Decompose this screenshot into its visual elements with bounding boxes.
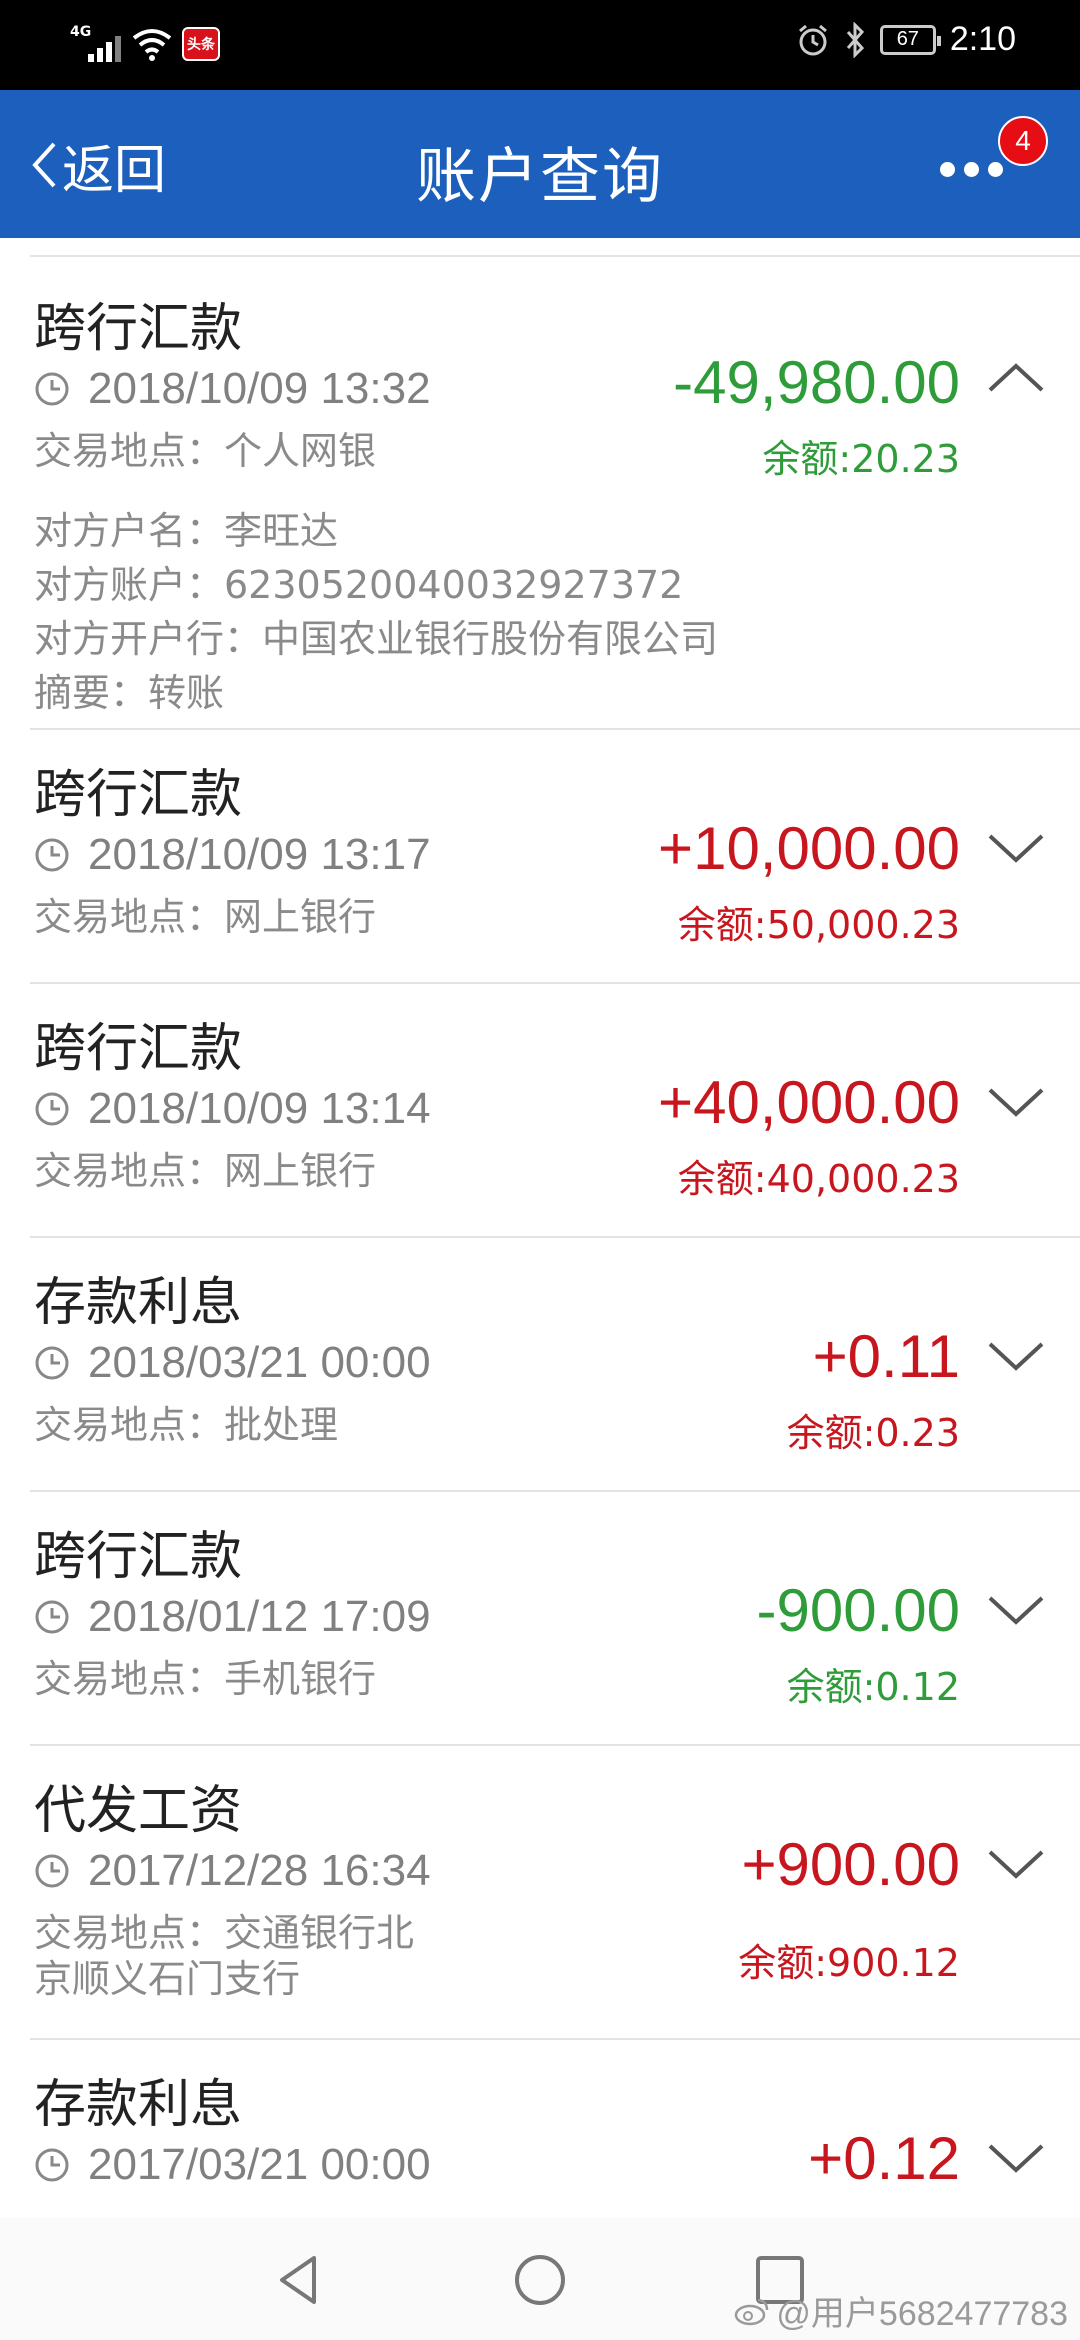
chevron-down-icon[interactable] xyxy=(986,1084,1046,1120)
transaction-balance: 余额:900.12 xyxy=(738,1941,960,1985)
transaction-time-text: 2018/10/09 13:17 xyxy=(88,830,431,879)
transaction-time: 2018/10/09 13:14 xyxy=(34,1084,431,1134)
transaction-amount: -900.00 xyxy=(756,1577,961,1644)
clock-icon xyxy=(35,838,69,872)
transaction-time: 2018/10/09 13:17 xyxy=(34,830,431,880)
transaction-amount: +0.12 xyxy=(808,2125,960,2192)
weibo-watermark: @用户5682477783 xyxy=(734,2286,1068,2335)
divider xyxy=(30,255,1080,257)
transaction-amount: +0.11 xyxy=(812,1323,960,1390)
chevron-down-icon[interactable] xyxy=(986,830,1046,866)
clock-icon xyxy=(35,372,69,406)
network-type: 4G xyxy=(70,24,92,40)
transaction-balance: 余额:20.23 xyxy=(762,437,960,481)
nav-home-icon[interactable] xyxy=(510,2250,570,2310)
clock-time: 2:10 xyxy=(949,20,1016,58)
transaction-time-text: 2017/12/28 16:34 xyxy=(88,1846,431,1895)
notification-badge: 4 xyxy=(998,116,1048,166)
location-line: 交易地点：交通银行北 xyxy=(34,1911,415,1955)
transaction-item[interactable]: 代发工资 2017/12/28 16:34 交易地点：交通银行北 京顺义石门支行… xyxy=(0,1746,1080,2040)
clock-icon xyxy=(35,1600,69,1634)
system-nav-bar: @用户5682477783 xyxy=(0,2218,1080,2340)
transaction-item[interactable]: 存款利息 2018/03/21 00:00 交易地点：批处理 +0.11 余额:… xyxy=(0,1238,1080,1492)
transaction-location: 交易地点：网上银行 xyxy=(34,1149,377,1193)
battery-level: 67 xyxy=(896,28,919,50)
alarm-icon xyxy=(798,24,827,55)
transaction-item[interactable]: 跨行汇款 2018/10/09 13:14 交易地点：网上银行 +40,000.… xyxy=(0,984,1080,1238)
transaction-location: 交易地点：网上银行 xyxy=(34,895,377,939)
transaction-amount: +10,000.00 xyxy=(658,815,960,882)
transaction-type: 存款利息 xyxy=(34,2075,243,2135)
transaction-time-text: 2018/10/09 13:14 xyxy=(88,1084,431,1133)
bluetooth-icon xyxy=(846,21,864,58)
battery-icon: 67 xyxy=(879,24,941,55)
wifi-icon xyxy=(132,29,172,61)
nav-back-icon[interactable] xyxy=(270,2250,330,2310)
transaction-type: 存款利息 xyxy=(34,1273,243,1333)
chevron-up-icon[interactable] xyxy=(986,360,1046,396)
transaction-type: 代发工资 xyxy=(34,1781,243,1841)
transaction-time: 2017/03/21 00:00 xyxy=(34,2140,431,2190)
transaction-time-text: 2018/10/09 13:32 xyxy=(88,364,431,413)
transaction-memo: 摘要：转账 xyxy=(34,671,225,715)
toutiao-app-icon: 头条 xyxy=(182,27,220,61)
transaction-time: 2018/01/12 17:09 xyxy=(34,1592,431,1642)
location-line: 京顺义石门支行 xyxy=(34,1957,301,2001)
transaction-item[interactable]: 跨行汇款 2018/10/09 13:32 交易地点：个人网银 -49,980.… xyxy=(0,258,1080,730)
transaction-item[interactable]: 跨行汇款 2018/01/12 17:09 交易地点：手机银行 -900.00 … xyxy=(0,1492,1080,1746)
chevron-down-icon[interactable] xyxy=(986,1592,1046,1628)
transaction-amount: +900.00 xyxy=(741,1831,960,1898)
status-bar: 4G 头条 67 2:10 xyxy=(0,0,1080,90)
transaction-time-text: 2017/03/21 00:00 xyxy=(88,2140,431,2189)
page-title: 账户查询 xyxy=(416,142,664,212)
transaction-time-text: 2018/01/12 17:09 xyxy=(88,1592,431,1641)
transaction-time-text: 2018/03/21 00:00 xyxy=(88,1338,431,1387)
status-left: 4G 头条 xyxy=(70,24,220,64)
transaction-type: 跨行汇款 xyxy=(34,765,243,825)
transaction-balance: 余额:50,000.23 xyxy=(677,903,960,947)
app-header: 返回 账户查询 4 xyxy=(0,90,1080,238)
transaction-item[interactable]: 跨行汇款 2018/10/09 13:17 交易地点：网上银行 +10,000.… xyxy=(0,730,1080,984)
cell-signal-icon: 4G xyxy=(70,24,122,64)
transaction-type: 跨行汇款 xyxy=(34,1019,243,1079)
transaction-location: 交易地点：批处理 xyxy=(34,1403,339,1447)
chevron-down-icon[interactable] xyxy=(986,1846,1046,1882)
chevron-down-icon[interactable] xyxy=(986,2140,1046,2176)
chevron-down-icon[interactable] xyxy=(986,1338,1046,1374)
transaction-type: 跨行汇款 xyxy=(34,299,243,359)
clock-icon xyxy=(35,1092,69,1126)
counterparty-account: 对方账户：6230520040032927372 xyxy=(34,563,684,607)
counterparty-name: 对方户名：李旺达 xyxy=(34,509,339,553)
status-right: 67 2:10 xyxy=(796,20,1016,59)
weibo-icon xyxy=(735,2298,769,2325)
clock-icon xyxy=(35,1346,69,1380)
transaction-amount: +40,000.00 xyxy=(658,1069,960,1136)
transaction-time: 2018/10/09 13:32 xyxy=(34,364,431,414)
counterparty-bank: 对方开户行：中国农业银行股份有限公司 xyxy=(34,617,719,661)
transaction-balance: 余额:0.12 xyxy=(786,1665,960,1709)
transaction-time: 2018/03/21 00:00 xyxy=(34,1338,431,1388)
transaction-amount: -49,980.00 xyxy=(673,349,960,416)
transaction-location: 交易地点：手机银行 xyxy=(34,1657,377,1701)
transaction-balance: 余额:40,000.23 xyxy=(677,1157,960,1201)
transaction-balance: 余额:0.23 xyxy=(786,1411,960,1455)
transaction-list[interactable]: 跨行汇款 2018/10/09 13:32 交易地点：个人网银 -49,980.… xyxy=(0,238,1080,2218)
clock-icon xyxy=(35,2148,69,2182)
transaction-location: 交易地点：交通银行北 京顺义石门支行 xyxy=(34,1910,414,2002)
watermark-text: @用户5682477783 xyxy=(776,2295,1068,2333)
transaction-time: 2017/12/28 16:34 xyxy=(34,1846,431,1896)
transaction-type: 跨行汇款 xyxy=(34,1527,243,1587)
transaction-location: 交易地点：个人网银 xyxy=(34,429,377,473)
transaction-item[interactable]: 存款利息 2017/03/21 00:00 +0.12 xyxy=(0,2040,1080,2218)
clock-icon xyxy=(35,1854,69,1888)
